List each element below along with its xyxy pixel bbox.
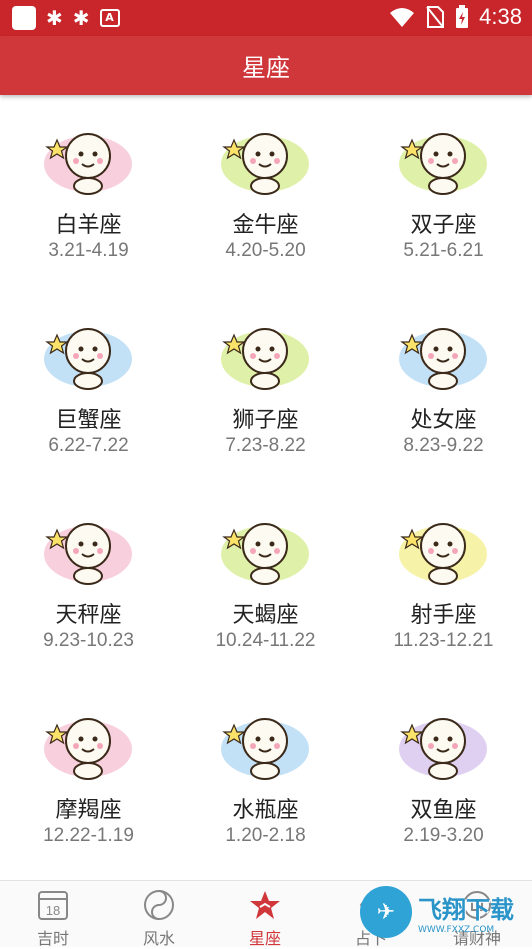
zodiac-name: 天秤座 xyxy=(55,603,122,628)
zodiac-name: 双鱼座 xyxy=(410,798,477,823)
zodiac-date-range: 9.23-10.23 xyxy=(43,630,134,651)
taurus-bull-icon xyxy=(218,120,313,200)
zodiac-cell[interactable]: 射手座 11.23-12.21 xyxy=(355,485,532,680)
zodiac-date-range: 7.23-8.22 xyxy=(225,435,306,456)
calendar-icon: 18 xyxy=(38,891,68,920)
scorpio-scorpion-icon xyxy=(218,510,313,590)
status-time: 4:38 xyxy=(479,4,522,29)
zodiac-cell[interactable]: 双子座 5.21-6.21 xyxy=(355,95,532,290)
zodiac-cell[interactable]: 摩羯座 12.22-1.19 xyxy=(0,680,177,875)
zodiac-name: 射手座 xyxy=(410,603,477,628)
watermark-url: WWW.FXXZ.COM xyxy=(418,924,495,935)
bug-icon: ✱ xyxy=(72,6,90,30)
app-header: 星座 xyxy=(0,36,532,95)
tab-fengshui[interactable]: 风水 xyxy=(106,881,212,948)
zodiac-date-range: 4.20-5.20 xyxy=(225,240,306,261)
tab-xingzuo[interactable]: 星座 xyxy=(212,881,318,948)
capricorn-goat-icon xyxy=(41,705,136,785)
zodiac-date-range: 6.22-7.22 xyxy=(48,435,129,456)
zodiac-name: 天蝎座 xyxy=(232,603,299,628)
text-a-icon: A xyxy=(99,9,120,27)
zodiac-date-range: 2.19-3.20 xyxy=(403,825,484,846)
zodiac-cell[interactable]: 双鱼座 2.19-3.20 xyxy=(355,680,532,875)
zodiac-name: 金牛座 xyxy=(232,213,299,238)
calendar-day: 18 xyxy=(46,903,60,918)
sagittarius-bow-icon xyxy=(396,510,491,590)
zodiac-date-range: 10.24-11.22 xyxy=(215,630,316,651)
leo-lion-icon xyxy=(218,315,313,395)
battery-charging-icon xyxy=(456,5,469,28)
tab-label: 星座 xyxy=(248,929,281,948)
wifi-icon xyxy=(390,8,415,27)
gemini-twins-icon xyxy=(396,120,491,200)
site-watermark: ✈ 飞翔下载 WWW.FXXZ.COM xyxy=(360,884,520,940)
zodiac-date-range: 11.23-12.21 xyxy=(393,630,494,651)
virgo-girl-icon xyxy=(396,315,491,395)
watermark-text: 飞翔下载 xyxy=(418,895,514,924)
status-bar-notifications: ✱ ✱ A xyxy=(12,6,120,30)
zodiac-name: 狮子座 xyxy=(232,408,299,433)
zodiac-cell[interactable]: 白羊座 3.21-4.19 xyxy=(0,95,177,290)
star-icon xyxy=(250,891,280,919)
zodiac-name: 双子座 xyxy=(410,213,477,238)
zodiac-name: 处女座 xyxy=(410,408,477,433)
no-sim-icon xyxy=(426,6,445,28)
zodiac-name: 水瓶座 xyxy=(232,798,299,823)
page-title: 星座 xyxy=(242,54,290,82)
tab-label: 风水 xyxy=(142,929,175,948)
zodiac-date-range: 1.20-2.18 xyxy=(225,825,306,846)
pisces-fish-icon xyxy=(396,705,491,785)
tab-label: 吉时 xyxy=(36,929,69,948)
zodiac-cell[interactable]: 水瓶座 1.20-2.18 xyxy=(177,680,354,875)
zodiac-cell[interactable]: 天秤座 9.23-10.23 xyxy=(0,485,177,680)
square-icon xyxy=(12,6,36,30)
bug-icon: ✱ xyxy=(46,6,63,30)
zodiac-name: 白羊座 xyxy=(55,213,122,238)
zodiac-date-range: 8.23-9.22 xyxy=(403,435,484,456)
watermark-logo-icon: ✈ xyxy=(360,886,412,938)
cancer-crab-icon xyxy=(41,315,136,395)
yin-yang-icon xyxy=(144,890,174,920)
zodiac-cell[interactable]: 狮子座 7.23-8.22 xyxy=(177,290,354,485)
zodiac-date-range: 5.21-6.21 xyxy=(403,240,484,261)
zodiac-name: 摩羯座 xyxy=(55,798,122,823)
zodiac-cell[interactable]: 巨蟹座 6.22-7.22 xyxy=(0,290,177,485)
status-bar-system: 4:38 xyxy=(389,4,522,30)
zodiac-name: 巨蟹座 xyxy=(55,408,122,433)
aries-sheep-icon xyxy=(41,120,136,200)
zodiac-cell[interactable]: 金牛座 4.20-5.20 xyxy=(177,95,354,290)
libra-scales-icon xyxy=(41,510,136,590)
zodiac-grid: 白羊座 3.21-4.19 金牛座 4.20-5.20 双子座 5.21-6.2… xyxy=(0,95,532,875)
status-bar: ✱ ✱ A 4:38 xyxy=(0,0,532,36)
aquarius-jar-icon xyxy=(218,705,313,785)
zodiac-cell[interactable]: 天蝎座 10.24-11.22 xyxy=(177,485,354,680)
zodiac-date-range: 3.21-4.19 xyxy=(48,240,129,261)
tab-jishi[interactable]: 18 吉时 xyxy=(0,881,106,948)
zodiac-date-range: 12.22-1.19 xyxy=(43,825,134,846)
zodiac-cell[interactable]: 处女座 8.23-9.22 xyxy=(355,290,532,485)
